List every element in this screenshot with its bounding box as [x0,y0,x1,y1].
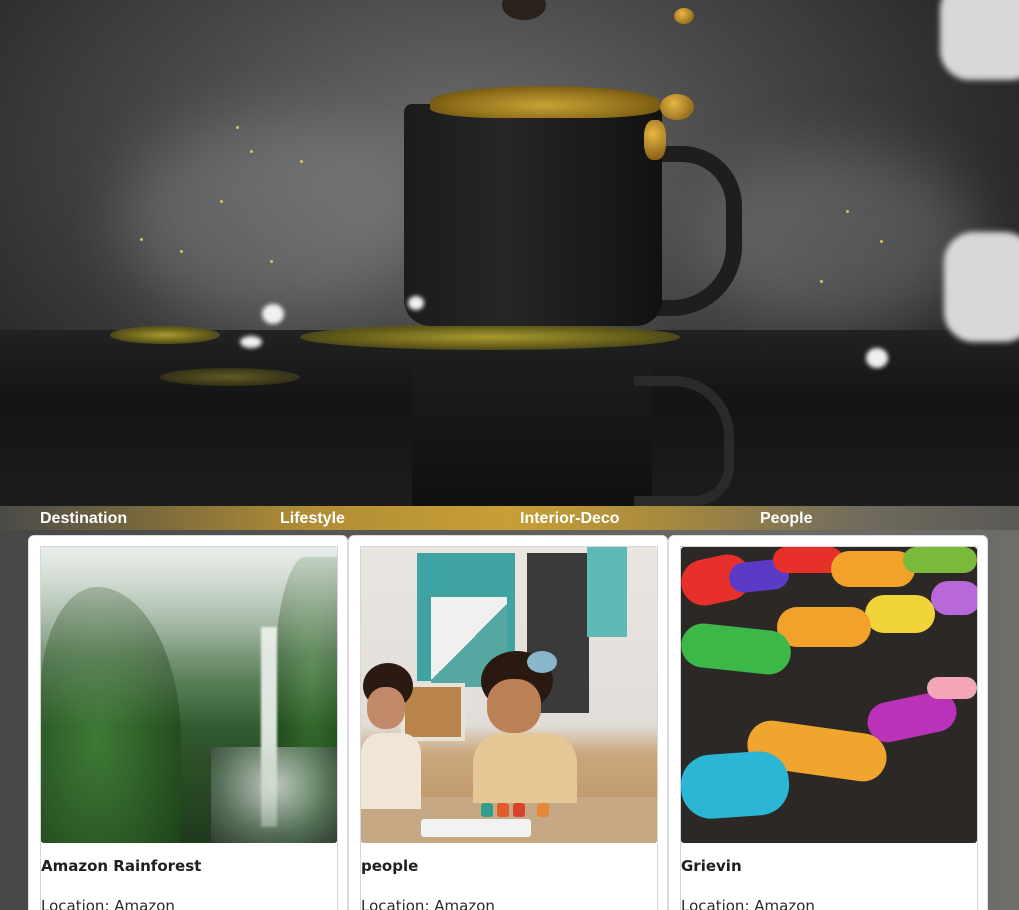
hero-drop [502,0,546,20]
hero-cup [404,104,662,326]
hero-cup-reflection [412,370,652,506]
forest-mist [41,547,337,727]
hero-spark [846,210,849,213]
hero-spark [300,160,303,163]
card-people[interactable]: people Location: Amazon [348,535,668,910]
felt-letters-image[interactable] [681,547,977,843]
paint-pot [497,803,509,817]
hero-spill [110,326,220,344]
child-face [367,687,405,729]
hero-drop [660,94,694,120]
category-people[interactable]: People [760,510,812,528]
card-title[interactable]: people [361,857,418,875]
hero-highlight [866,348,888,368]
paint-pot [513,803,525,817]
hero-image [0,0,1019,506]
category-destination[interactable]: Destination [40,510,127,528]
hero-spark [140,238,143,241]
card-content: Amazon Rainforest Location: Amazon [40,546,338,910]
paint-palette [421,819,531,837]
hero-drop [674,8,694,24]
hero-haze [120,120,420,320]
hero-spark [820,280,823,283]
category-lifestyle[interactable]: Lifestyle [280,510,345,528]
card-amazon-rainforest[interactable]: Amazon Rainforest Location: Amazon [28,535,348,910]
felt-letter [931,581,977,615]
hero-spark [270,260,273,263]
hero-spark [880,240,883,243]
hero-highlight [408,296,424,310]
card-grievin[interactable]: Grievin Location: Amazon [668,535,988,910]
hero-spark [250,150,253,153]
child-face [487,679,541,733]
hero-background-light [940,0,1019,80]
hair-scrunchie [527,651,557,673]
child-body [473,733,577,803]
children-painting-image[interactable] [361,547,657,843]
hero-spill [300,324,680,350]
card-title[interactable]: Grievin [681,857,742,875]
card-content: people Location: Amazon [360,546,658,910]
paint-pot [537,803,549,817]
felt-letter [681,749,792,821]
paint-pot [481,803,493,817]
hero-drop [644,120,666,160]
hero-haze [700,150,980,330]
hero-highlight [262,304,284,324]
felt-letter [903,547,977,573]
felt-letter [777,607,871,647]
felt-letter [927,677,977,699]
felt-letter [865,595,935,633]
card-content: Grievin Location: Amazon [680,546,978,910]
hero-spark [236,126,239,129]
hero-highlight [240,336,262,348]
hero-spark [220,200,223,203]
hero-cup-reflection-handle [634,376,734,506]
card-location: Location: Amazon [361,897,495,910]
child-body [361,733,421,809]
hero-spill [160,368,300,386]
hero-coffee-surface [430,86,660,118]
hero-spark [180,250,183,253]
card-location: Location: Amazon [41,897,175,910]
category-interior-deco[interactable]: Interior-Deco [520,510,620,528]
hero-background-light [944,232,1019,342]
card-location: Location: Amazon [681,897,815,910]
wall-canvas [587,547,627,637]
waterfall-forest-image[interactable] [41,547,337,843]
card-title[interactable]: Amazon Rainforest [41,857,201,875]
